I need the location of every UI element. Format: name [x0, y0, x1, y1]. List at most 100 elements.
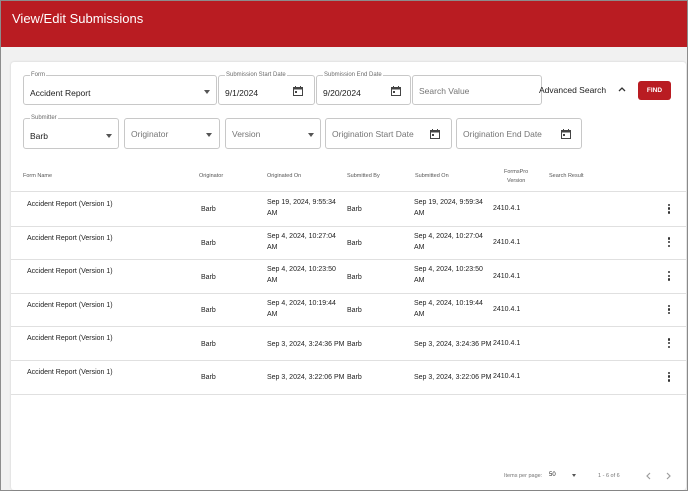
page-header: View/Edit Submissions: [1, 1, 687, 47]
form-select[interactable]: Form Accident Report: [23, 72, 217, 105]
next-page-icon[interactable]: [666, 472, 672, 480]
column-header-formspro-version[interactable]: FormsPro: [504, 169, 528, 175]
formspro-version-cell: 2410.4.1: [493, 339, 521, 347]
formspro-version-cell: 2410.4.1: [493, 205, 521, 213]
originated-on-cell-line2: AM: [267, 210, 278, 217]
column-header-submitted-on[interactable]: Submitted On: [415, 173, 449, 179]
submitted-on-cell: Sep 4, 2024, 10:19:44: [414, 299, 483, 307]
more-options-icon[interactable]: [668, 338, 671, 349]
more-options-icon[interactable]: [668, 237, 671, 248]
originated-on-cell-line2: AM: [267, 310, 278, 318]
start-date-label: Submission Start Date: [225, 72, 287, 78]
originated-on-cell: Sep 3, 2024, 3:22:06 PM: [267, 374, 345, 382]
items-per-page-select[interactable]: 50: [549, 472, 556, 478]
form-name-cell: Accident Report (Version 1): [27, 369, 113, 376]
originator-cell: Barb: [201, 374, 216, 382]
formspro-version-cell: 2410.4.1: [493, 238, 521, 246]
originator-cell: Barb: [201, 206, 216, 214]
originator-select[interactable]: Originator: [124, 118, 220, 149]
submitted-on-cell: Sep 19, 2024, 9:59:34: [414, 199, 483, 206]
submitted-on-cell-line2: AM: [414, 310, 425, 318]
form-name-cell: Accident Report (Version 1): [27, 201, 113, 208]
submitted-on-cell: Sep 4, 2024, 10:27:04: [414, 232, 483, 240]
submitted-on-cell-line2: AM: [414, 210, 425, 217]
formspro-version-cell: 2410.4.1: [493, 373, 521, 381]
calendar-icon[interactable]: [430, 129, 440, 139]
calendar-icon[interactable]: [561, 129, 571, 139]
more-options-icon[interactable]: [668, 371, 671, 383]
form-value: Accident Report: [30, 88, 91, 98]
column-header-form-name[interactable]: Form Name: [23, 173, 52, 179]
submitted-on-cell: Sep 4, 2024, 10:23:50: [414, 266, 483, 274]
search-value-placeholder: Search Value: [419, 86, 470, 96]
more-options-icon[interactable]: [668, 304, 671, 316]
end-date-value: 9/20/2024: [323, 88, 361, 98]
submission-start-date-field[interactable]: Submission Start Date 9/1/2024: [218, 72, 315, 105]
submitted-by-cell: Barb: [347, 374, 362, 382]
submitter-label: Submitter: [30, 115, 58, 121]
chevron-down-icon: [204, 90, 210, 94]
chevron-down-icon: [106, 134, 112, 138]
submitted-on-cell-line2: AM: [414, 277, 425, 285]
find-button[interactable]: FIND: [638, 81, 671, 100]
items-per-page-label: Items per page:: [504, 473, 543, 479]
origination-start-date-field[interactable]: Origination Start Date: [325, 118, 452, 149]
column-header-formspro-version-line2: Version: [507, 178, 526, 184]
version-select[interactable]: Version: [225, 118, 321, 149]
calendar-icon[interactable]: [293, 86, 303, 96]
page-title: View/Edit Submissions: [12, 11, 144, 26]
submitted-by-cell: Barb: [347, 206, 362, 214]
originator-cell: Barb: [201, 307, 216, 315]
page-range: 1 - 6 of 6: [598, 473, 620, 479]
submitted-by-cell: Barb: [347, 340, 362, 348]
submitted-by-cell: Barb: [347, 307, 362, 315]
submitted-on-cell: Sep 3, 2024, 3:22:06 PM: [414, 374, 492, 382]
column-header-search-result[interactable]: Search Result: [549, 173, 584, 179]
formspro-version-cell: 2410.4.1: [493, 306, 521, 314]
submitter-select[interactable]: Submitter Barb: [23, 115, 119, 149]
chevron-up-icon[interactable]: [618, 86, 626, 92]
chevron-down-icon: [206, 133, 212, 137]
originator-cell: Barb: [201, 340, 216, 348]
form-name-cell: Accident Report (Version 1): [27, 234, 113, 242]
submission-end-date-field[interactable]: Submission End Date 9/20/2024: [316, 72, 411, 105]
originated-on-cell: Sep 4, 2024, 10:23:50: [267, 266, 336, 274]
submitted-on-cell: Sep 3, 2024, 3:24:36 PM: [414, 340, 492, 348]
submitted-by-cell: Barb: [347, 239, 362, 247]
origination-end-placeholder: Origination End Date: [463, 129, 542, 139]
originated-on-cell: Sep 3, 2024, 3:24:36 PM: [267, 340, 345, 348]
calendar-icon[interactable]: [391, 86, 401, 96]
version-placeholder: Version: [232, 129, 261, 139]
column-header-originated-on[interactable]: Originated On: [267, 173, 301, 179]
originator-placeholder: Originator: [131, 129, 169, 139]
submitted-on-cell-line2: AM: [414, 243, 425, 251]
row-divider: [11, 393, 686, 395]
origination-end-date-field[interactable]: Origination End Date: [456, 118, 582, 149]
originated-on-cell: Sep 19, 2024, 9:55:34: [267, 199, 336, 206]
form-name-cell: Accident Report (Version 1): [27, 268, 113, 276]
search-value-input[interactable]: Search Value: [412, 75, 542, 105]
column-header-originator[interactable]: Originator: [199, 173, 223, 179]
originated-on-cell: Sep 4, 2024, 10:27:04: [267, 232, 336, 240]
more-options-icon[interactable]: [668, 203, 671, 215]
previous-page-icon[interactable]: [645, 472, 651, 480]
advanced-search-toggle[interactable]: Advanced Search: [539, 85, 606, 95]
form-name-cell: Accident Report (Version 1): [27, 301, 113, 309]
originated-on-cell: Sep 4, 2024, 10:19:44: [267, 299, 336, 307]
chevron-down-icon[interactable]: [572, 474, 576, 477]
chevron-down-icon: [308, 133, 314, 137]
submitted-by-cell: Barb: [347, 273, 362, 281]
end-date-label: Submission End Date: [323, 72, 383, 78]
originated-on-cell-line2: AM: [267, 243, 278, 251]
form-label: Form: [30, 72, 46, 78]
start-date-value: 9/1/2024: [225, 88, 259, 98]
originator-cell: Barb: [201, 239, 216, 247]
originator-cell: Barb: [201, 273, 216, 281]
more-options-icon[interactable]: [668, 271, 671, 282]
formspro-version-cell: 2410.4.1: [493, 272, 521, 280]
column-header-submitted-by[interactable]: Submitted By: [347, 173, 380, 179]
form-name-cell: Accident Report (Version 1): [27, 335, 113, 343]
originated-on-cell-line2: AM: [267, 277, 278, 285]
submitter-value: Barb: [30, 131, 48, 141]
origination-start-placeholder: Origination Start Date: [332, 129, 414, 139]
